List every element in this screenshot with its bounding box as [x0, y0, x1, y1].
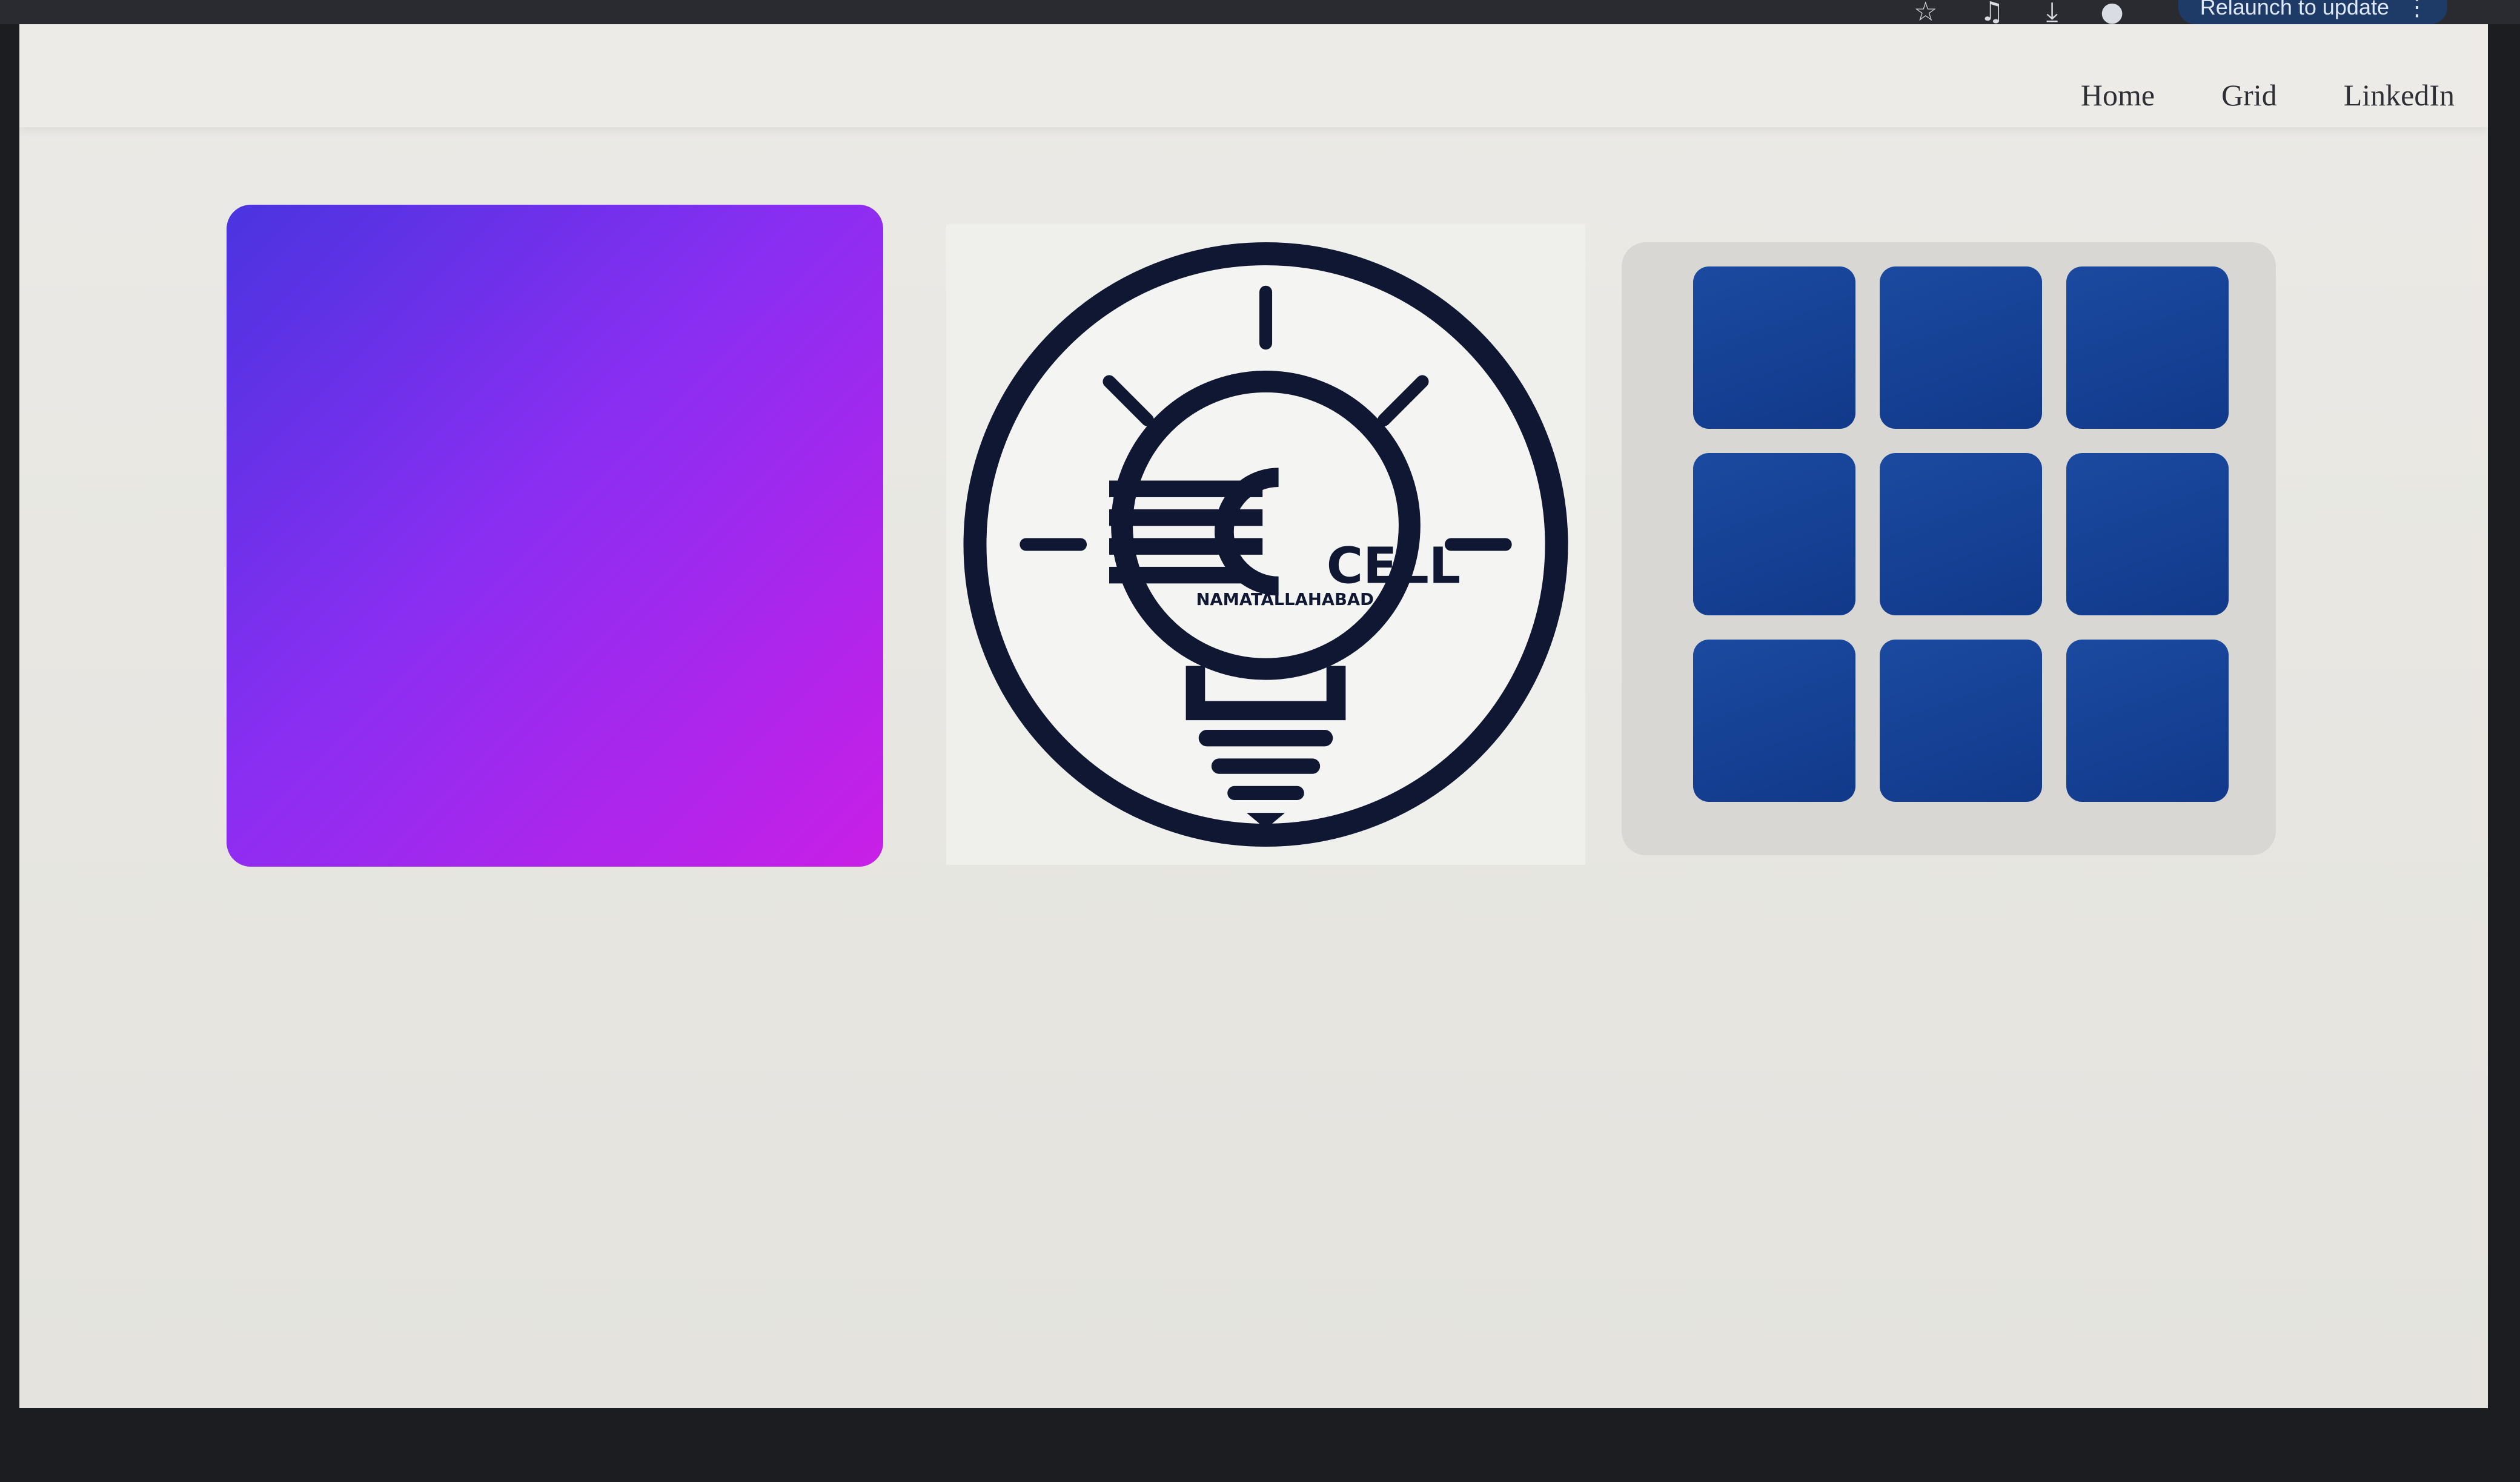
ecell-logo: CELL NAMATALLAHABAD	[946, 224, 1585, 865]
profile-icon[interactable]: ●	[2100, 0, 2123, 25]
grid-tile[interactable]	[1693, 453, 1855, 615]
logo-wordmark: CELL	[1327, 537, 1461, 595]
grid-tile[interactable]	[1880, 453, 2042, 615]
grid-tile[interactable]	[1693, 266, 1855, 429]
star-icon[interactable]: ☆	[1914, 0, 1937, 25]
extension-icon[interactable]: ♫	[1980, 0, 2003, 25]
download-icon[interactable]: ⤓	[2046, 0, 2058, 25]
grid-tile[interactable]	[1693, 640, 1855, 802]
tile-grid	[1693, 266, 2229, 802]
grid-card	[1622, 242, 2276, 855]
more-options-icon[interactable]: ⋮	[2405, 0, 2429, 26]
grid-tile[interactable]	[2066, 266, 2229, 429]
gradient-card	[227, 205, 883, 867]
grid-tile[interactable]	[1880, 640, 2042, 802]
nav-link-grid[interactable]: Grid	[2221, 78, 2277, 113]
relaunch-button[interactable]: Relaunch to update ⋮	[2178, 0, 2447, 24]
grid-tile[interactable]	[1880, 266, 2042, 429]
relaunch-label: Relaunch to update	[2200, 0, 2389, 19]
lightbulb-logo-icon: CELL NAMATALLAHABAD	[963, 242, 1568, 847]
grid-tile[interactable]	[2066, 453, 2229, 615]
grid-tile[interactable]	[2066, 640, 2229, 802]
page-viewport: Home Grid LinkedIn CELL NAMATALLAHABAD	[19, 24, 2488, 1408]
browser-toolbar: ☆ ♫ ⤓ ● Relaunch to update ⋮	[0, 0, 2520, 25]
nav-links: Home Grid LinkedIn	[2081, 78, 2455, 113]
nav-link-home[interactable]: Home	[2081, 78, 2155, 113]
top-navbar: Home Grid LinkedIn	[19, 24, 2488, 127]
nav-link-linkedin[interactable]: LinkedIn	[2344, 78, 2455, 113]
logo-tagline: NAMATALLAHABAD	[1196, 590, 1373, 609]
browser-toolbar-icons: ☆ ♫ ⤓ ● Relaunch to update ⋮	[1914, 0, 2447, 25]
